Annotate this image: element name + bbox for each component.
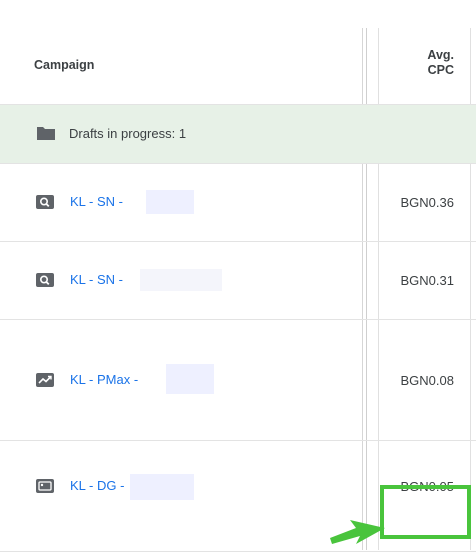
avg-cpc-value: BGN0.08 (400, 373, 454, 388)
avg-cpc-value: BGN0.31 (400, 273, 454, 288)
avg-cpc-value: BGN0.36 (400, 195, 454, 210)
drafts-label: Drafts in progress: 1 (69, 126, 187, 141)
campaign-link[interactable]: KL - PMax - (70, 372, 138, 387)
campaign-column-header[interactable]: Campaign (34, 58, 94, 72)
performance-max-icon (35, 372, 55, 393)
search-icon (35, 272, 55, 293)
redacted-name (130, 474, 194, 500)
highlight-box (380, 485, 471, 539)
table-row: KL - SN - BGN0.36 (0, 164, 476, 242)
avg-cpc-header-line1: Avg. (427, 48, 454, 62)
avg-cpc-header-line2: CPC (427, 63, 454, 77)
drafts-row[interactable]: Drafts in progress: 1 (0, 105, 476, 164)
campaign-table: Campaign Avg. CPC Drafts in progress: 1 … (0, 0, 476, 553)
campaign-link[interactable]: KL - SN - (70, 272, 123, 287)
redacted-name (166, 364, 214, 394)
search-icon (35, 194, 55, 215)
table-row: KL - SN - BGN0.31 (0, 242, 476, 320)
table-row: KL - PMax - BGN0.08 (0, 320, 476, 441)
avg-cpc-column-header[interactable]: Avg. CPC (400, 48, 454, 78)
folder-icon (36, 125, 56, 146)
campaign-link[interactable]: KL - SN - (70, 194, 123, 209)
campaign-link[interactable]: KL - DG - (70, 478, 124, 493)
redacted-name (146, 190, 194, 214)
display-icon (35, 478, 55, 499)
redacted-name (140, 269, 222, 291)
arrow-icon (330, 508, 390, 553)
